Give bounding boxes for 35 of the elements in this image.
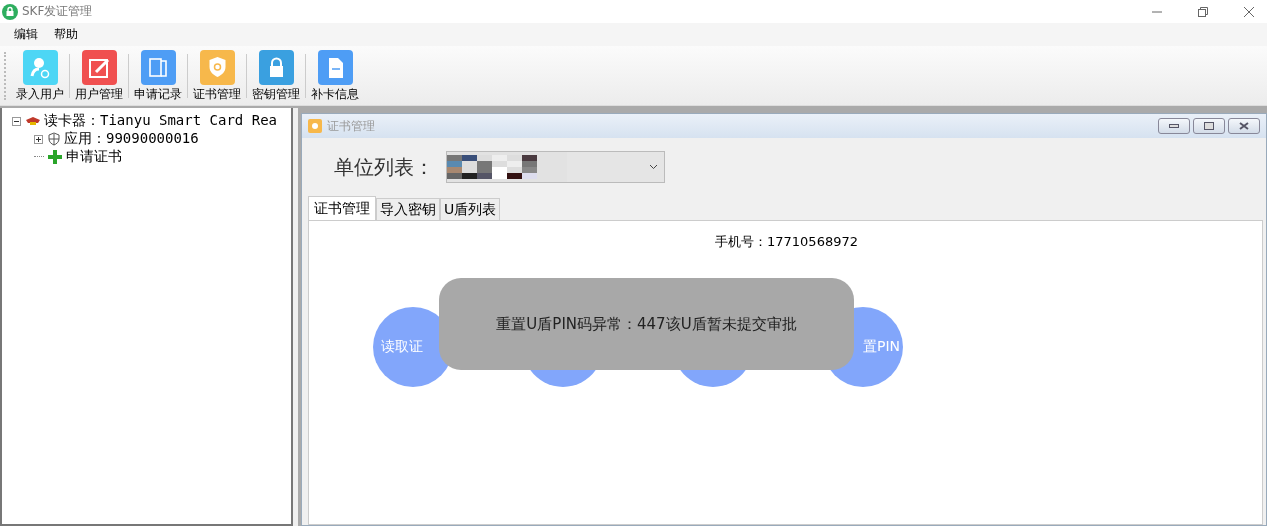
expand-icon[interactable] bbox=[34, 134, 44, 144]
tree-item[interactable]: 申请证书 bbox=[66, 148, 122, 166]
toolbar-button[interactable]: 密钥管理 bbox=[248, 49, 304, 102]
close-icon bbox=[1239, 122, 1249, 130]
window-title: SKF发证管理 bbox=[22, 3, 93, 20]
menu-item[interactable]: 帮助 bbox=[48, 24, 84, 45]
toolbar-button[interactable]: 录入用户 bbox=[12, 49, 68, 102]
toolbar-button[interactable]: 补卡信息 bbox=[307, 49, 363, 102]
window-icon bbox=[308, 119, 322, 133]
tree-item[interactable]: 应用：99090000016 bbox=[64, 130, 199, 148]
close-button[interactable] bbox=[1228, 118, 1260, 134]
menu-item[interactable]: 编辑 bbox=[8, 24, 44, 45]
toolbar-button[interactable]: 申请记录 bbox=[130, 49, 186, 102]
minimize-button[interactable] bbox=[1158, 118, 1190, 134]
unit-list-label: 单位列表： bbox=[334, 153, 434, 181]
chevron-down-icon bbox=[649, 164, 658, 170]
tree-item[interactable]: 读卡器：Tianyu Smart Card Rea bbox=[44, 112, 277, 130]
minimize-icon bbox=[1169, 123, 1179, 129]
close-icon[interactable] bbox=[1243, 5, 1255, 18]
maximize-button[interactable] bbox=[1193, 118, 1225, 134]
card-reader-icon bbox=[25, 115, 41, 127]
toolbar-button[interactable]: 用户管理 bbox=[71, 49, 127, 102]
phone-number: 手机号：17710568972 bbox=[715, 233, 858, 251]
toolbar-button[interactable]: 证书管理 bbox=[189, 49, 245, 102]
shield-icon bbox=[47, 132, 61, 146]
tab[interactable]: 证书管理 bbox=[308, 196, 376, 220]
plus-icon bbox=[47, 149, 63, 165]
maximize-icon bbox=[1204, 122, 1214, 130]
error-toast: 重置U盾PIN码异常：447该U盾暂未提交审批 bbox=[439, 278, 854, 370]
child-window-title: 证书管理 bbox=[327, 117, 375, 135]
restore-icon[interactable] bbox=[1197, 5, 1209, 18]
tab[interactable]: U盾列表 bbox=[440, 198, 501, 220]
collapse-icon[interactable] bbox=[12, 116, 22, 126]
tab[interactable]: 导入密钥 bbox=[376, 198, 440, 220]
unit-dropdown[interactable] bbox=[446, 151, 665, 183]
